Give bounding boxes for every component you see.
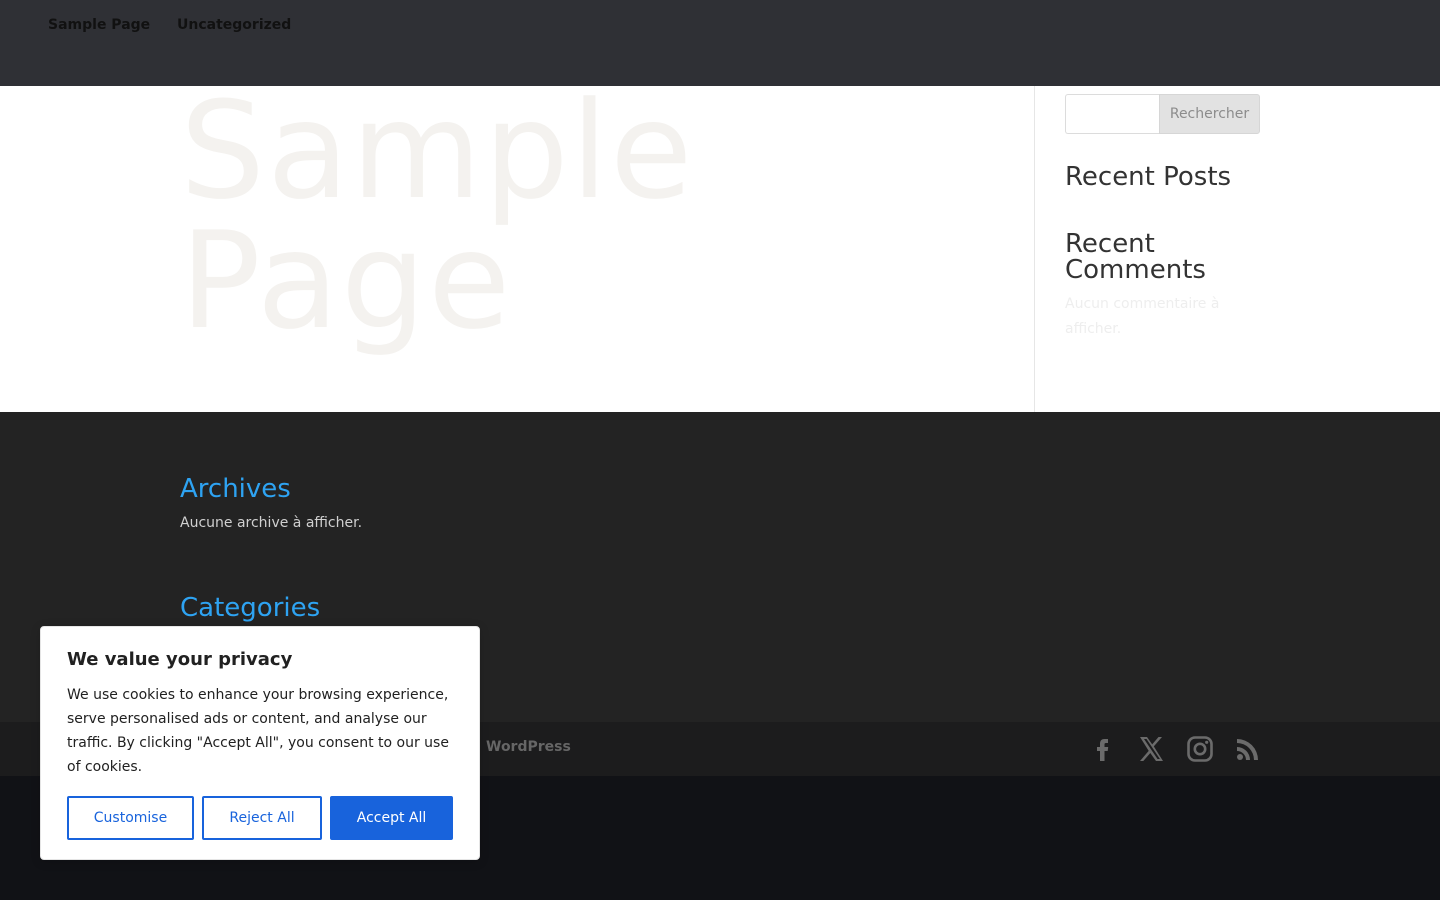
rss-icon[interactable] xyxy=(1233,734,1263,764)
x-icon[interactable] xyxy=(1136,734,1166,764)
accept-all-button[interactable]: Accept All xyxy=(330,796,453,840)
footer-credit-link[interactable]: WordPress xyxy=(486,739,571,755)
facebook-icon[interactable] xyxy=(1088,734,1118,764)
search-button[interactable]: Rechercher xyxy=(1159,94,1260,134)
no-archives-text: Aucune archive à afficher. xyxy=(180,515,363,531)
main-content: Sample Page Rechercher Recent Posts Rece… xyxy=(0,73,1440,412)
cookie-banner-text: We use cookies to enhance your browsing … xyxy=(67,687,449,775)
instagram-icon[interactable] xyxy=(1185,734,1215,764)
nav-item-uncategorized[interactable]: Uncategorized xyxy=(177,17,291,33)
search-input[interactable] xyxy=(1065,94,1161,134)
recent-comments-title: Recent Comments xyxy=(1065,229,1206,285)
nav-item-sample-page[interactable]: Sample Page xyxy=(48,17,150,33)
recent-posts-title: Recent Posts xyxy=(1065,162,1232,192)
customise-button[interactable]: Customise xyxy=(67,796,194,840)
categories-title: Categories xyxy=(180,593,321,623)
cookie-consent-banner: We value your privacy We use cookies to … xyxy=(40,626,480,860)
reject-all-button[interactable]: Reject All xyxy=(202,796,322,840)
no-comments-text: Aucun commentaire à afficher. xyxy=(1065,296,1220,337)
sidebar-divider xyxy=(1034,86,1035,412)
page-title: Sample Page xyxy=(180,73,695,359)
archives-title: Archives xyxy=(180,474,291,504)
cookie-banner-title: We value your privacy xyxy=(67,649,293,670)
